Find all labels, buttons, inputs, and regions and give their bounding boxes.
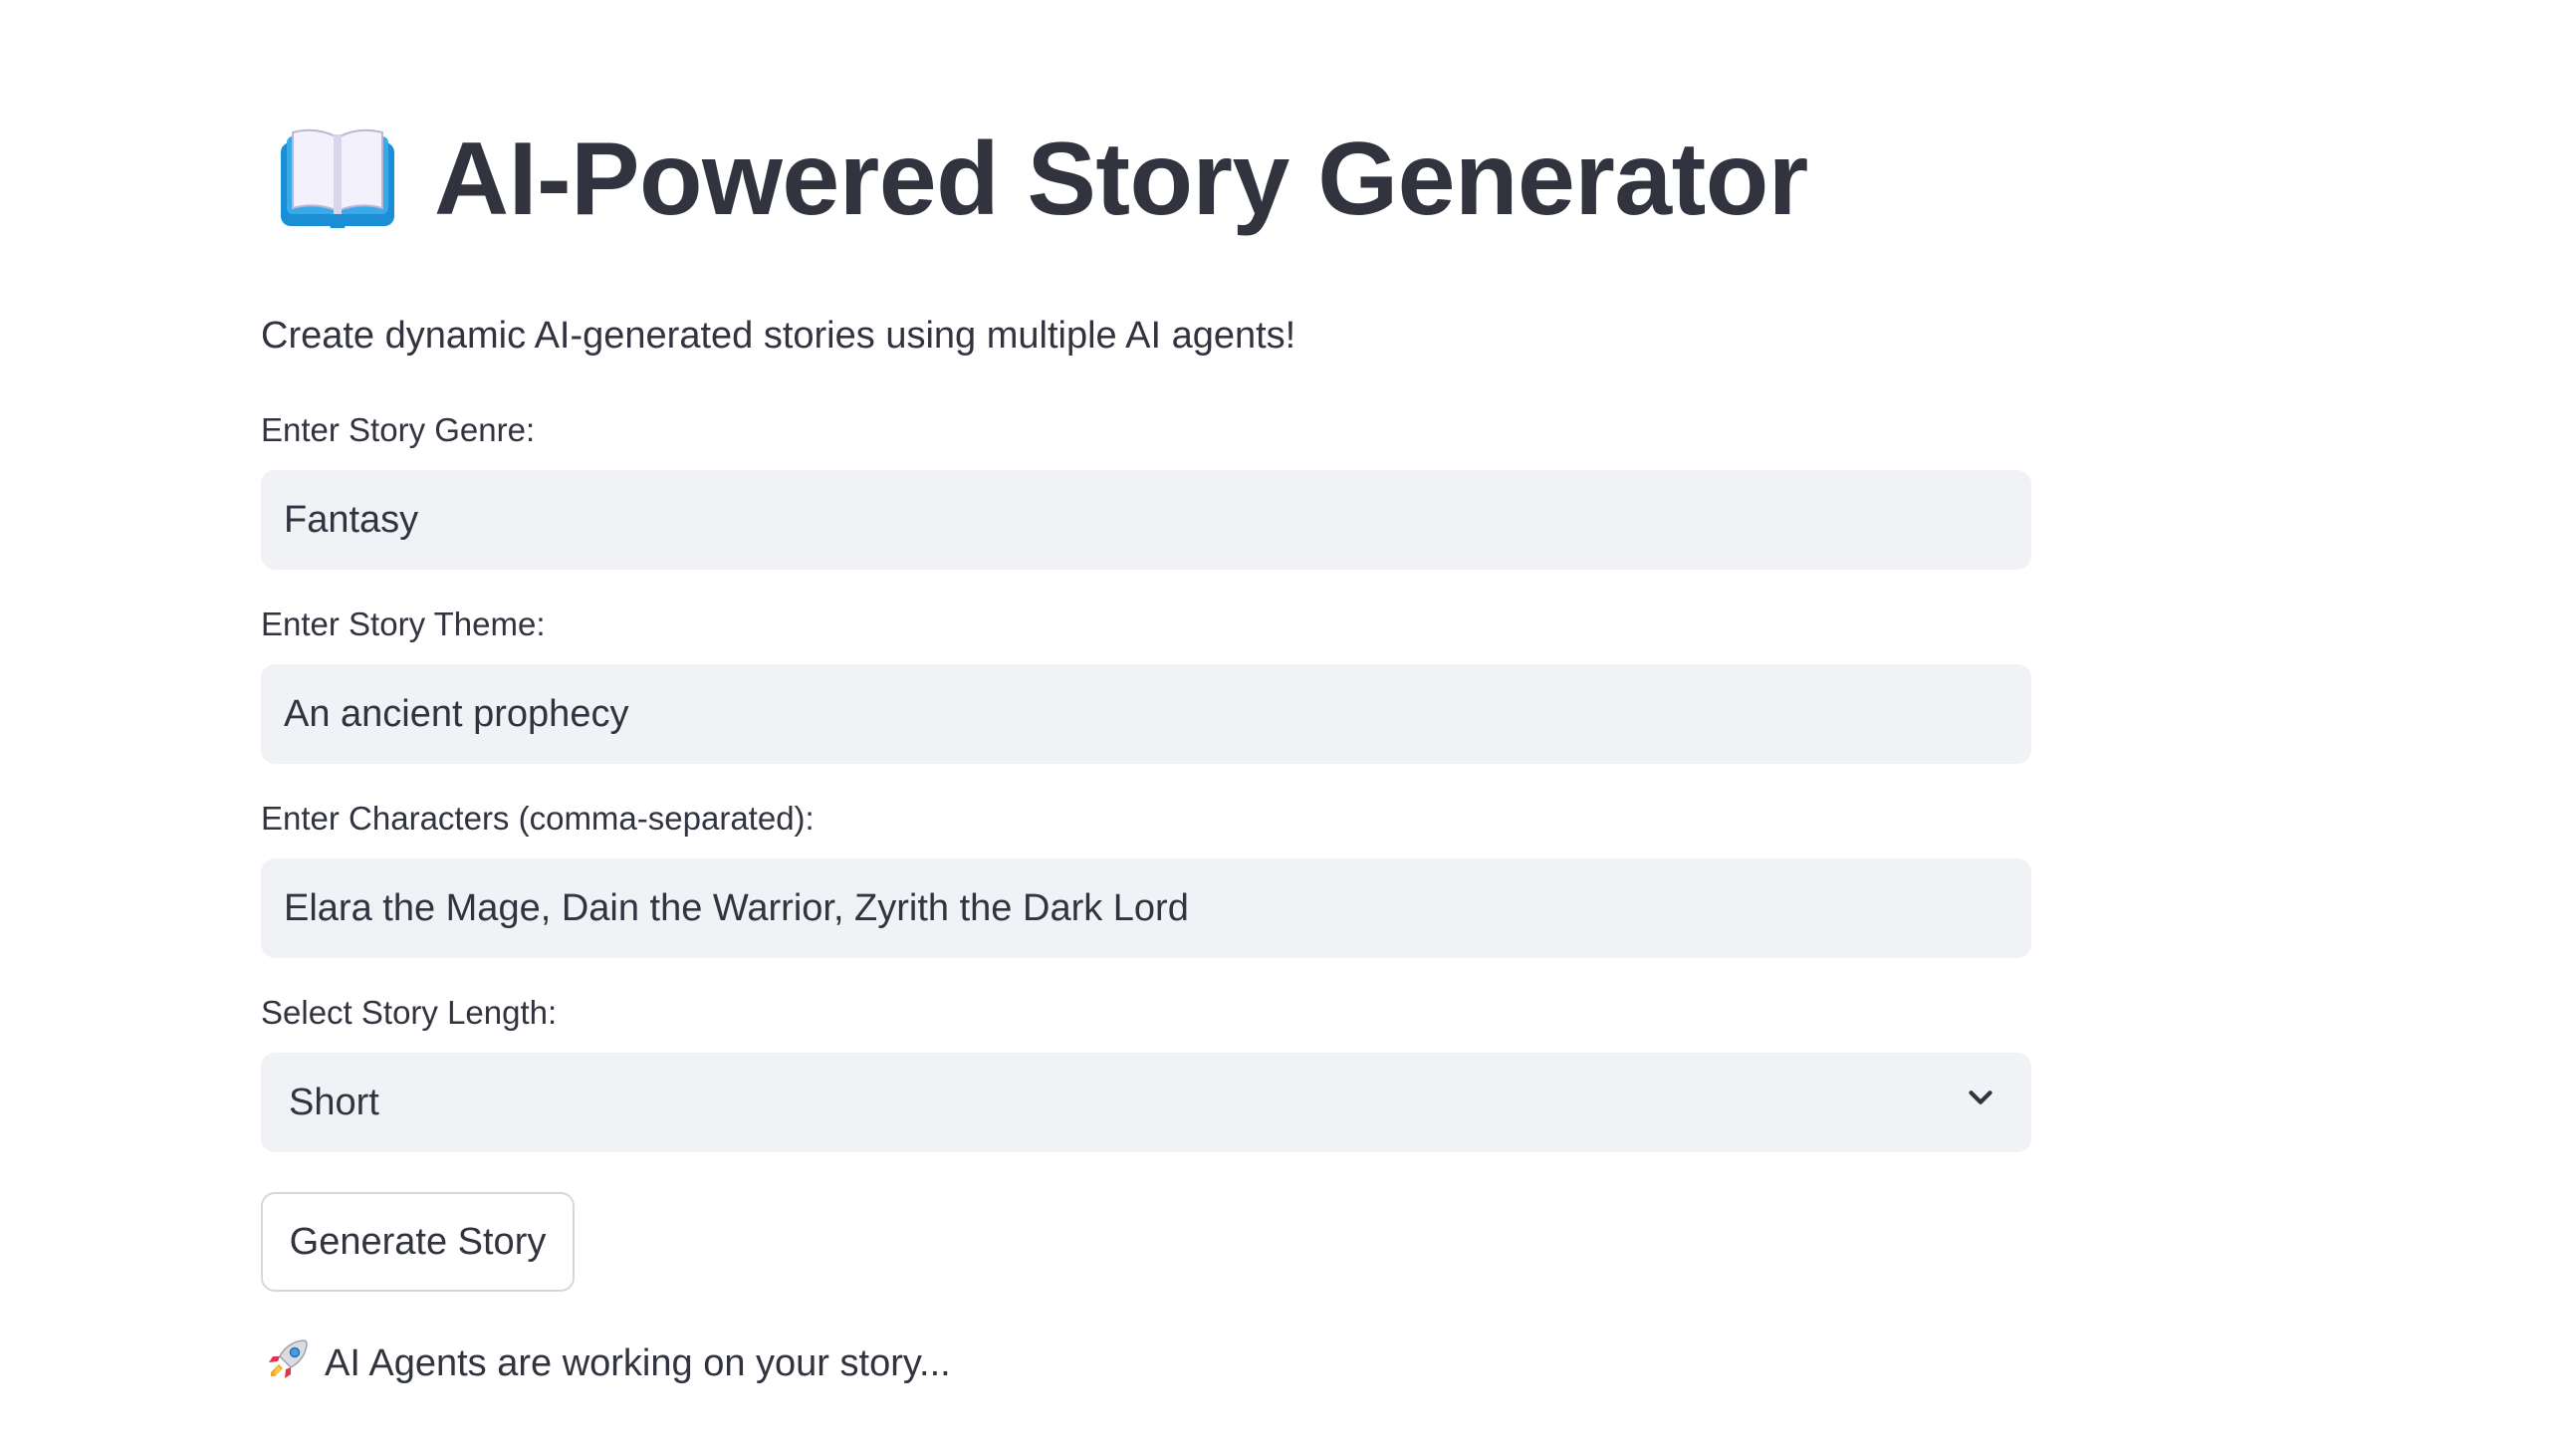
characters-label: Enter Characters (comma-separated):: [261, 800, 815, 837]
genre-input[interactable]: [284, 498, 2031, 542]
page-title: AI-Powered Story Generator: [434, 121, 1808, 237]
chevron-down-icon[interactable]: [1962, 1079, 1999, 1126]
theme-input-container[interactable]: [261, 664, 2031, 764]
characters-field-group: Enter Characters (comma-separated):: [261, 797, 2031, 958]
theme-field-group: Enter Story Theme:: [261, 603, 2031, 764]
characters-input[interactable]: [284, 886, 2031, 930]
status-text: AI Agents are working on your story...: [325, 1341, 951, 1384]
page: AI-Powered Story Generator Create dynami…: [0, 0, 2576, 1454]
theme-input[interactable]: [284, 692, 2031, 736]
length-field-group: Select Story Length: Short: [261, 991, 2031, 1152]
characters-input-container[interactable]: [261, 858, 2031, 958]
genre-label: Enter Story Genre:: [261, 411, 536, 448]
length-label: Select Story Length:: [261, 994, 558, 1031]
generate-story-button[interactable]: Generate Story: [261, 1192, 575, 1292]
length-selected-value: Short: [289, 1081, 379, 1123]
length-select[interactable]: Short: [261, 1053, 2031, 1152]
page-subtitle: Create dynamic AI-generated stories usin…: [261, 315, 1296, 357]
rocket-icon: [261, 1334, 325, 1392]
open-book-icon: [279, 124, 396, 234]
title-row: AI-Powered Story Generator: [261, 95, 2031, 264]
main-content: AI-Powered Story Generator Create dynami…: [261, 95, 2031, 1388]
status-message: AI Agents are working on your story...: [261, 1338, 2031, 1388]
genre-input-container[interactable]: [261, 470, 2031, 570]
theme-label: Enter Story Theme:: [261, 606, 546, 642]
genre-field-group: Enter Story Genre:: [261, 408, 2031, 570]
